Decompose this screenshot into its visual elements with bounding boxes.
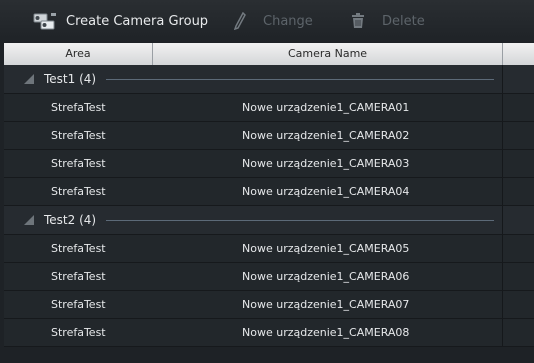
column-divider — [502, 235, 503, 262]
toolbar: Create Camera Group Change Delete — [0, 0, 534, 42]
change-button[interactable]: Change — [233, 0, 313, 42]
group-header-test1[interactable]: Test1 (4) — [4, 65, 534, 94]
camera-name-cell: Nowe urządzenie1_CAMERA03 — [242, 157, 410, 170]
area-cell: StrefaTest — [51, 326, 106, 339]
camera-group-icon — [32, 10, 58, 32]
area-cell: StrefaTest — [51, 129, 106, 142]
delete-button[interactable]: Delete — [350, 0, 425, 42]
create-camera-group-button[interactable]: Create Camera Group — [32, 0, 208, 42]
camera-name-cell: Nowe urządzenie1_CAMERA01 — [242, 101, 410, 114]
column-divider — [502, 94, 503, 121]
area-cell: StrefaTest — [51, 298, 106, 311]
area-cell: StrefaTest — [51, 101, 106, 114]
delete-label: Delete — [382, 13, 425, 29]
camera-name-cell: Nowe urządzenie1_CAMERA02 — [242, 129, 410, 142]
table-row[interactable]: StrefaTest Nowe urządzenie1_CAMERA01 — [4, 94, 534, 122]
group-name: Test2 (4) — [44, 213, 97, 227]
area-cell: StrefaTest — [51, 157, 106, 170]
table-header: Area Camera Name — [4, 43, 534, 66]
camera-name-cell: Nowe urządzenie1_CAMERA06 — [242, 270, 410, 283]
column-header-area[interactable]: Area — [4, 43, 153, 65]
group-separator-line — [106, 79, 494, 80]
table-row[interactable]: StrefaTest Nowe urządzenie1_CAMERA04 — [4, 178, 534, 206]
column-divider — [502, 178, 503, 205]
trash-icon — [350, 10, 366, 32]
table-row[interactable]: StrefaTest Nowe urządzenie1_CAMERA05 — [4, 235, 534, 263]
camera-name-cell: Nowe urządzenie1_CAMERA05 — [242, 242, 410, 255]
collapse-triangle-icon[interactable] — [24, 74, 34, 84]
area-cell: StrefaTest — [51, 270, 106, 283]
group-name: Test1 (4) — [44, 72, 97, 86]
column-divider — [502, 65, 503, 93]
table-row[interactable]: StrefaTest Nowe urządzenie1_CAMERA03 — [4, 150, 534, 178]
column-header-camera-name-label: Camera Name — [287, 47, 368, 60]
column-divider — [502, 263, 503, 290]
column-header-camera-name[interactable]: Camera Name — [153, 43, 503, 65]
column-header-area-label: Area — [65, 47, 91, 60]
camera-list: Test1 (4) StrefaTest Nowe urządzenie1_CA… — [4, 65, 534, 347]
table-row[interactable]: StrefaTest Nowe urządzenie1_CAMERA06 — [4, 263, 534, 291]
column-divider — [502, 291, 503, 318]
camera-name-cell: Nowe urządzenie1_CAMERA08 — [242, 326, 410, 339]
pencil-icon — [233, 10, 247, 32]
column-divider — [502, 319, 503, 346]
column-divider — [502, 206, 503, 234]
camera-name-cell: Nowe urządzenie1_CAMERA04 — [242, 185, 410, 198]
column-divider — [502, 150, 503, 177]
group-separator-line — [106, 220, 494, 221]
area-cell: StrefaTest — [51, 185, 106, 198]
table-row[interactable]: StrefaTest Nowe urządzenie1_CAMERA08 — [4, 319, 534, 347]
table-row[interactable]: StrefaTest Nowe urządzenie1_CAMERA07 — [4, 291, 534, 319]
create-camera-group-label: Create Camera Group — [66, 13, 209, 29]
camera-name-cell: Nowe urządzenie1_CAMERA07 — [242, 298, 410, 311]
group-header-test2[interactable]: Test2 (4) — [4, 206, 534, 235]
collapse-triangle-icon[interactable] — [24, 215, 34, 225]
change-label: Change — [263, 13, 313, 29]
column-divider — [502, 122, 503, 149]
table-row[interactable]: StrefaTest Nowe urządzenie1_CAMERA02 — [4, 122, 534, 150]
area-cell: StrefaTest — [51, 242, 106, 255]
